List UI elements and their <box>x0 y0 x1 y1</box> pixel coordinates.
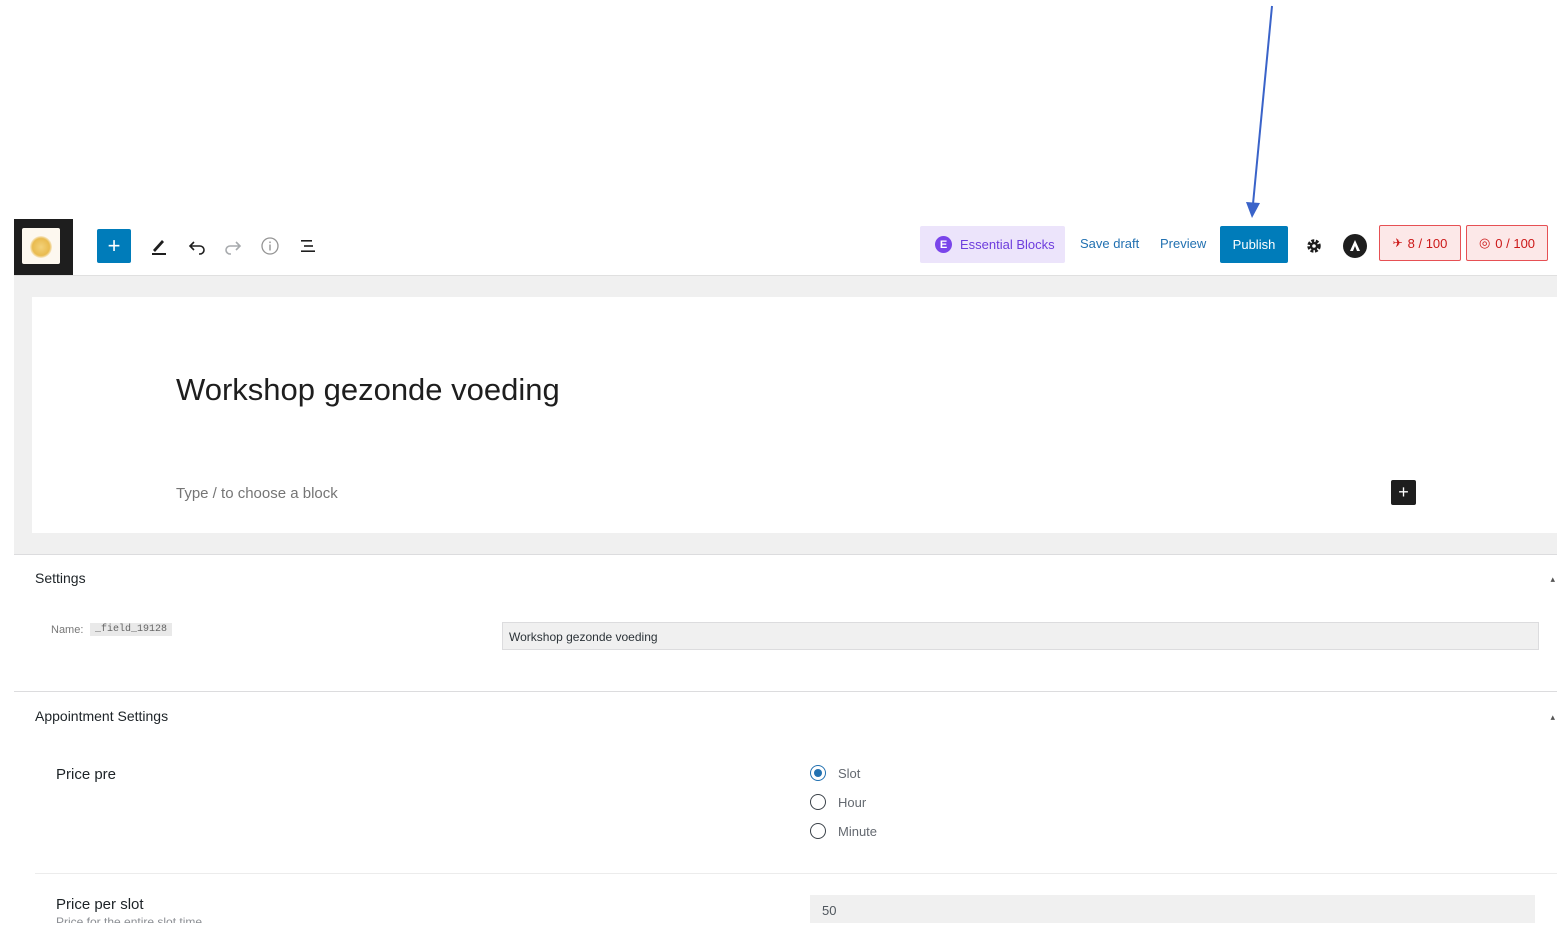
site-logo[interactable] <box>14 219 73 275</box>
seo-score-button[interactable]: ✈ 8 / 100 <box>1379 225 1461 261</box>
radio-label: Minute <box>838 823 878 839</box>
settings-button[interactable] <box>1302 229 1326 263</box>
collapse-icon[interactable]: ▴ <box>1550 712 1555 723</box>
astra-icon <box>1343 234 1367 258</box>
plus-icon: + <box>1398 482 1409 502</box>
seo-score: 8 / 100 <box>1407 235 1448 251</box>
post-title[interactable]: Workshop gezonde voeding <box>176 372 560 408</box>
price-per-slot-label: Price per slot <box>56 896 144 913</box>
essential-blocks-icon: E <box>935 236 952 253</box>
list-view-button[interactable] <box>296 229 320 263</box>
preview-button[interactable]: Preview <box>1160 236 1206 251</box>
save-draft-button[interactable]: Save draft <box>1080 236 1139 251</box>
undo-button[interactable] <box>185 229 209 263</box>
radio-option-minute[interactable]: Minute <box>810 823 877 839</box>
row-divider <box>35 873 1557 874</box>
divider <box>14 691 1557 692</box>
essential-blocks-label: Essential Blocks <box>960 237 1055 252</box>
gear-icon <box>1307 239 1321 253</box>
radio-option-hour[interactable]: Hour <box>810 794 866 810</box>
price-per-slot-description: Price for the entire slot time <box>56 915 203 923</box>
radio-button-checked[interactable] <box>810 765 826 781</box>
tools-button[interactable] <box>147 229 171 263</box>
price-per-slot-input[interactable]: 50 <box>810 895 1535 923</box>
logo-image <box>22 228 60 264</box>
redo-button[interactable] <box>221 229 245 263</box>
info-icon <box>261 237 279 255</box>
radio-option-slot[interactable]: Slot <box>810 765 860 781</box>
field-key: _field_19128 <box>90 623 173 636</box>
radio-label: Slot <box>838 765 861 781</box>
radio-label: Hour <box>838 794 867 810</box>
annotation-arrow <box>1246 5 1273 218</box>
collapse-icon[interactable]: ▴ <box>1550 574 1555 585</box>
inline-add-block-button[interactable]: + <box>1391 480 1416 505</box>
settings-panel-title[interactable]: Settings <box>35 570 86 586</box>
appointment-panel-title[interactable]: Appointment Settings <box>35 708 168 724</box>
astra-settings-button[interactable] <box>1342 229 1368 263</box>
publish-button[interactable]: Publish <box>1220 226 1288 263</box>
readability-score-button[interactable]: ◎ 0 / 100 <box>1466 225 1548 261</box>
fingerprint-icon: ◎ <box>1478 235 1491 250</box>
undo-icon <box>188 241 205 255</box>
divider <box>14 554 1557 555</box>
details-button[interactable] <box>258 229 282 263</box>
add-block-button[interactable]: + <box>97 229 131 263</box>
seo-icon: ✈ <box>1392 236 1403 250</box>
editor-header: + E Essential Blocks Save draft Preview … <box>14 219 1557 276</box>
block-placeholder[interactable]: Type / to choose a block <box>176 485 338 502</box>
pencil-icon <box>152 240 166 255</box>
name-label: Name: <box>51 624 84 636</box>
list-view-icon <box>301 240 315 252</box>
price-pre-label: Price pre <box>56 766 117 783</box>
redo-icon <box>225 241 242 255</box>
radio-button[interactable] <box>810 823 826 839</box>
name-field[interactable]: Workshop gezonde voeding <box>502 622 1539 650</box>
plus-icon: + <box>107 233 121 258</box>
radio-button[interactable] <box>810 794 826 810</box>
essential-blocks-button[interactable]: E Essential Blocks <box>920 226 1065 263</box>
readability-score: 0 / 100 <box>1495 235 1536 251</box>
